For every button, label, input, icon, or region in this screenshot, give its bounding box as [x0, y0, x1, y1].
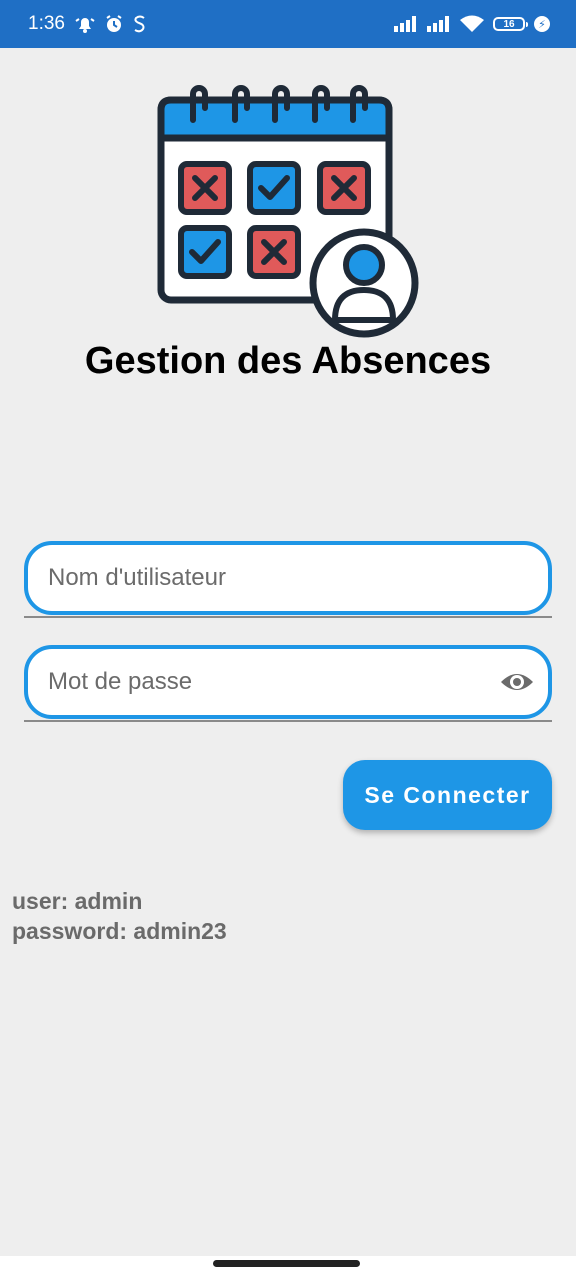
signal-icon — [394, 16, 416, 32]
app-title: Gestion des Absences — [84, 340, 492, 382]
calendar-attendance-icon — [157, 85, 419, 338]
battery-icon: 16 — [493, 17, 528, 31]
credentials-hint: user: admin password: admin23 — [12, 886, 227, 946]
signal-icon — [427, 16, 449, 32]
username-field[interactable]: Nom d'utilisateur — [24, 541, 552, 618]
password-placeholder: Mot de passe — [48, 668, 193, 695]
eye-icon[interactable] — [500, 667, 534, 697]
password-field[interactable]: Mot de passe — [24, 645, 552, 722]
s-icon — [134, 15, 145, 33]
notification-icon — [75, 18, 95, 33]
hint-password: password: admin23 — [12, 918, 227, 944]
home-indicator[interactable] — [213, 1260, 360, 1267]
status-time: 1:36 — [28, 13, 65, 34]
alarm-icon — [106, 15, 122, 32]
login-button[interactable]: Se Connecter — [343, 760, 552, 830]
status-left: 1:36 — [28, 0, 147, 48]
wifi-icon — [460, 15, 484, 32]
navigation-bar — [0, 1256, 576, 1280]
hint-user: user: admin — [12, 888, 143, 914]
status-bar: 1:36 16 ⚡ — [0, 0, 576, 48]
password-underline — [24, 720, 552, 722]
username-underline — [24, 616, 552, 618]
status-right: 16 ⚡ — [394, 0, 550, 48]
username-placeholder: Nom d'utilisateur — [48, 564, 226, 591]
battery-level: 16 — [503, 18, 515, 30]
charging-icon: ⚡ — [534, 16, 550, 32]
